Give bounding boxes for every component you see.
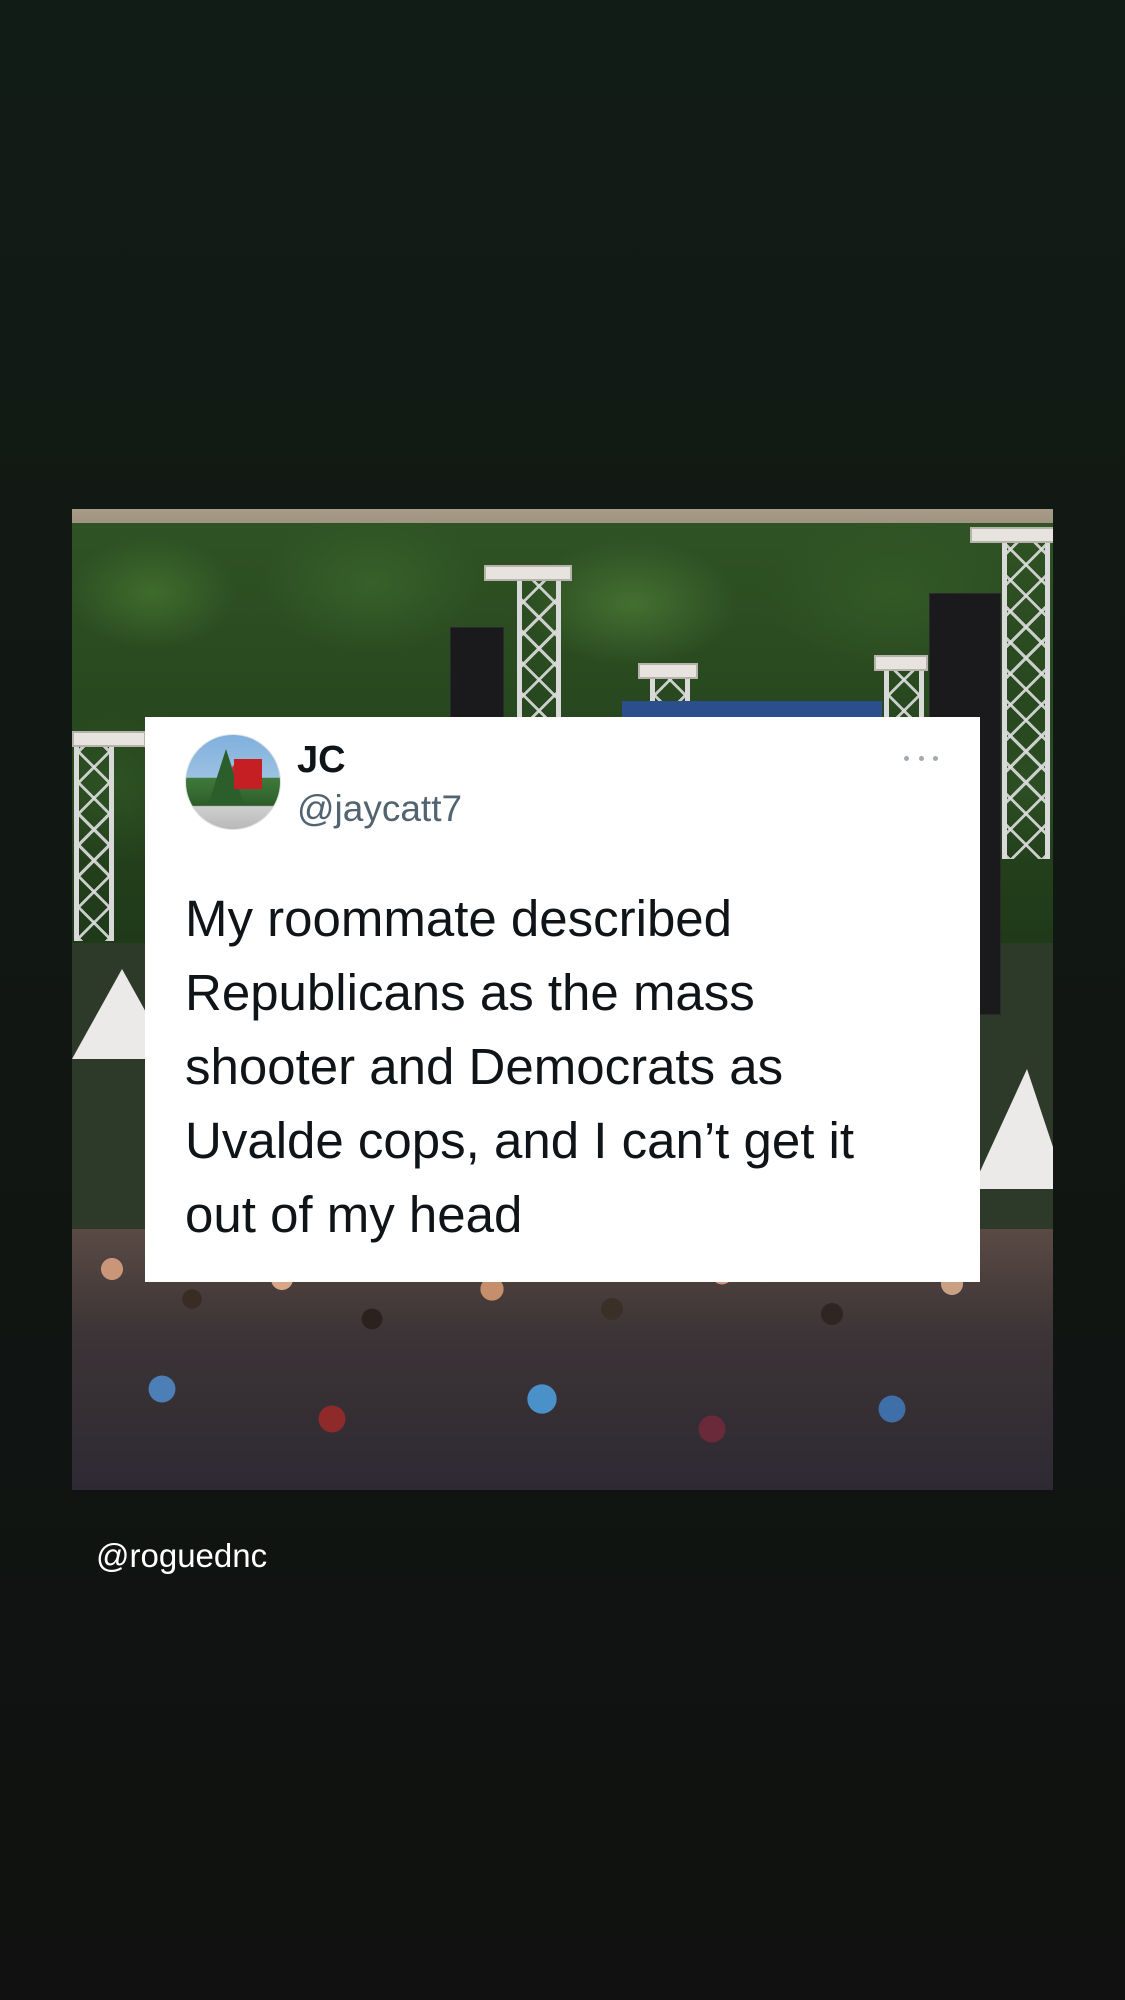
stage-truss [1002,539,1050,859]
avatar-sign-shape [234,759,262,789]
white-tent [972,1069,1053,1189]
tweet-text: My roommate described Republicans as the… [185,890,855,1243]
truss-banner [874,655,928,671]
more-horizontal-icon[interactable] [904,751,938,765]
truss-banner [638,663,698,679]
story-screen: { "tweet": { "display_name": "JC", "hand… [0,0,1125,2000]
avatar[interactable] [185,734,281,830]
display-name[interactable]: JC [297,737,346,783]
truss-banner [484,565,572,581]
truss-banner [72,731,146,747]
more-dot [933,755,938,761]
credit-handle[interactable]: @roguednc [96,1536,267,1576]
more-dot [904,755,909,761]
stage-truss [517,577,561,727]
truss-banner [970,527,1053,543]
speaker-stack [450,627,504,729]
stage-truss [74,741,114,941]
more-dot [918,755,924,761]
user-handle[interactable]: @jaycatt7 [297,787,462,831]
tweet-card: JC @jaycatt7 My roommate described Repub… [145,717,980,1282]
